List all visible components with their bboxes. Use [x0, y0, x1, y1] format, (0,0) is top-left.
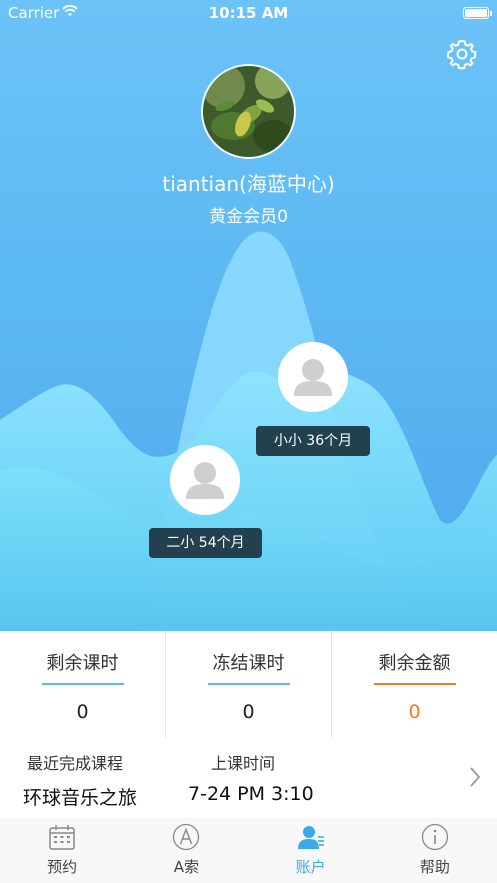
- tab-account[interactable]: 账户: [249, 818, 373, 883]
- class-time-value: 7-24 PM 3:10: [188, 783, 314, 805]
- child-avatar-2[interactable]: [170, 445, 240, 515]
- class-time-header: 上课时间: [211, 754, 276, 773]
- person-placeholder-icon: [172, 447, 238, 513]
- stat-value: 0: [408, 701, 421, 723]
- tab-help[interactable]: 帮助: [373, 818, 497, 883]
- info-icon: [421, 823, 449, 851]
- tab-a-search[interactable]: A索: [124, 818, 248, 883]
- account-stats: 剩余课时 0 冻结课时 0 剩余金额 0: [0, 631, 497, 739]
- tab-bar: 预约 A索 账户 帮助: [0, 818, 497, 883]
- stat-label: 冻结课时: [212, 653, 285, 674]
- letter-a-icon: [173, 823, 200, 851]
- calendar-icon: [49, 825, 75, 850]
- tab-booking[interactable]: 预约: [0, 818, 124, 883]
- stat-underline: [373, 683, 456, 685]
- person-placeholder-icon: [280, 344, 346, 410]
- child-label-1[interactable]: 小小 36个月: [256, 426, 370, 456]
- chevron-right-icon[interactable]: [468, 766, 482, 788]
- stat-underline: [207, 683, 290, 685]
- settings-gear-icon[interactable]: [446, 38, 478, 70]
- account-icon: [297, 826, 324, 849]
- leaf-photo-image: [203, 66, 294, 157]
- user-avatar[interactable]: [201, 64, 296, 159]
- stat-frozen-hours[interactable]: 冻结课时 0: [166, 631, 332, 738]
- recent-course-header: 最近完成课程: [27, 754, 124, 773]
- child-avatar-1[interactable]: [278, 342, 348, 412]
- membership-level: 黄金会员0: [209, 207, 288, 227]
- stat-value: 0: [76, 701, 89, 723]
- stat-remaining-balance[interactable]: 剩余金额 0: [332, 631, 497, 738]
- stat-remaining-hours[interactable]: 剩余课时 0: [0, 631, 166, 738]
- status-bar: Carrier 10:15 AM: [0, 0, 497, 26]
- stat-label: 剩余金额: [378, 653, 451, 674]
- child-label-2[interactable]: 二小 54个月: [149, 528, 262, 558]
- stat-value: 0: [242, 701, 255, 723]
- status-time: 10:15 AM: [208, 4, 289, 22]
- recent-course-row[interactable]: 最近完成课程 上课时间 环球音乐之旅 7-24 PM 3:10: [0, 738, 497, 819]
- battery-icon: [463, 7, 492, 19]
- tab-label: A索: [173, 858, 199, 876]
- stat-underline: [41, 683, 124, 685]
- username: tiantian(海蓝中心): [162, 172, 335, 196]
- tab-label: 预约: [47, 858, 78, 876]
- tab-label: 帮助: [419, 858, 450, 876]
- tab-label: 账户: [295, 858, 326, 876]
- stat-label: 剩余课时: [46, 653, 119, 674]
- profile-header: Carrier 10:15 AM tiantian(海蓝中心) 黄金会员0 小小…: [0, 0, 497, 631]
- recent-course-name: 环球音乐之旅: [23, 787, 138, 809]
